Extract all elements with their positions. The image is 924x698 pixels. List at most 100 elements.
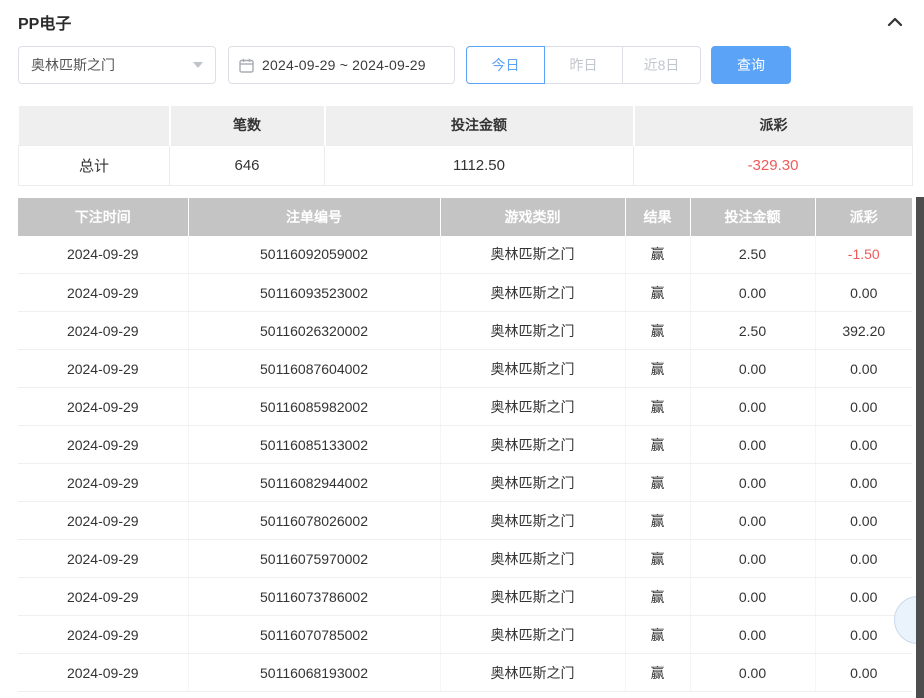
cell-result: 赢 xyxy=(625,653,691,692)
cell-order-no: 50116068193002 xyxy=(188,653,441,692)
summary-header-payout: 派彩 xyxy=(633,106,913,145)
cell-bet-time: 2024-09-29 xyxy=(18,311,189,350)
cell-game-category: 奥林匹斯之门 xyxy=(440,501,626,540)
cell-payout: -1.50 xyxy=(815,235,912,274)
cell-bet-amount: 0.00 xyxy=(690,653,816,692)
cell-payout: 0.00 xyxy=(815,349,912,388)
table-row: 2024-09-29 50116068193002 奥林匹斯之门赢 0.00 0.00 xyxy=(18,653,912,692)
summary-payout-value: -329.30 xyxy=(633,144,913,186)
cell-bet-time: 2024-09-29 xyxy=(18,615,189,654)
table-row: 2024-09-29 50116092059002 奥林匹斯之门赢 2.50 -1.50 xyxy=(18,235,912,274)
table-row: 2024-09-29 50116093523002 奥林匹斯之门赢 0.00 0.00 xyxy=(18,273,912,312)
cell-bet-amount: 0.00 xyxy=(690,615,816,654)
cell-order-no: 50116092059002 xyxy=(188,235,441,274)
col-header-bet-amount: 投注金额 xyxy=(690,197,816,236)
cell-result: 赢 xyxy=(625,311,691,350)
cell-game-category: 奥林匹斯之门 xyxy=(440,349,626,388)
cell-game-category: 奥林匹斯之门 xyxy=(440,235,626,274)
cell-bet-amount: 0.00 xyxy=(690,387,816,426)
chevron-down-icon xyxy=(193,62,203,68)
calendar-icon xyxy=(239,58,254,73)
collapse-button[interactable] xyxy=(886,15,904,29)
table-row: 2024-09-29 50116070785002 奥林匹斯之门赢 0.00 0.00 xyxy=(18,615,912,654)
bet-records-table: 下注时间 注单编号 游戏类别 结果 投注金额 派彩 2024-09-29 5011… xyxy=(18,197,912,692)
cell-bet-time: 2024-09-29 xyxy=(18,273,189,312)
table-row: 2024-09-29 50116085982002 奥林匹斯之门赢 0.00 0.00 xyxy=(18,387,912,426)
cell-bet-time: 2024-09-29 xyxy=(18,539,189,578)
cell-order-no: 50116075970002 xyxy=(188,539,441,578)
filter-bar: 奥林匹斯之门 2024-09-29 ~ 2024-09-29 今日 昨日 近8日… xyxy=(0,46,924,84)
cell-bet-amount: 0.00 xyxy=(690,539,816,578)
cell-result: 赢 xyxy=(625,577,691,616)
cell-bet-amount: 0.00 xyxy=(690,425,816,464)
cell-game-category: 奥林匹斯之门 xyxy=(440,425,626,464)
cell-bet-amount: 2.50 xyxy=(690,311,816,350)
cell-order-no: 50116026320002 xyxy=(188,311,441,350)
search-button[interactable]: 查询 xyxy=(711,46,791,84)
game-select-value: 奥林匹斯之门 xyxy=(31,57,115,73)
col-header-order-no: 注单编号 xyxy=(188,197,441,236)
cell-game-category: 奥林匹斯之门 xyxy=(440,311,626,350)
table-header-row: 下注时间 注单编号 游戏类别 结果 投注金额 派彩 xyxy=(18,197,912,236)
cell-bet-amount: 0.00 xyxy=(690,501,816,540)
page-title: PP电子 xyxy=(18,16,72,33)
date-range-value: 2024-09-29 ~ 2024-09-29 xyxy=(262,57,426,73)
cell-payout: 0.00 xyxy=(815,539,912,578)
quick-button-last8days[interactable]: 近8日 xyxy=(622,46,701,84)
cell-order-no: 50116073786002 xyxy=(188,577,441,616)
game-select[interactable]: 奥林匹斯之门 xyxy=(18,46,216,84)
chevron-up-icon xyxy=(887,17,903,27)
cell-result: 赢 xyxy=(625,501,691,540)
cell-bet-time: 2024-09-29 xyxy=(18,349,189,388)
summary-header-row: 笔数 投注金额 派彩 xyxy=(18,106,913,145)
quick-button-yesterday[interactable]: 昨日 xyxy=(544,46,623,84)
cell-payout: 0.00 xyxy=(815,273,912,312)
cell-payout: 392.20 xyxy=(815,311,912,350)
date-range-picker[interactable]: 2024-09-29 ~ 2024-09-29 xyxy=(228,46,455,84)
cell-bet-amount: 2.50 xyxy=(690,235,816,274)
cell-bet-amount: 0.00 xyxy=(690,577,816,616)
summary-header-blank xyxy=(18,106,171,145)
cell-result: 赢 xyxy=(625,387,691,426)
col-header-bet-time: 下注时间 xyxy=(18,197,189,236)
table-row: 2024-09-29 50116075970002 奥林匹斯之门赢 0.00 0.00 xyxy=(18,539,912,578)
cell-bet-time: 2024-09-29 xyxy=(18,425,189,464)
cell-bet-time: 2024-09-29 xyxy=(18,653,189,692)
summary-bet-amount-value: 1112.50 xyxy=(324,144,634,186)
summary-total-row: 总计 646 1112.50 -329.30 xyxy=(18,144,913,186)
cell-payout: 0.00 xyxy=(815,387,912,426)
scrollbar[interactable] xyxy=(916,197,924,698)
cell-order-no: 50116087604002 xyxy=(188,349,441,388)
cell-bet-time: 2024-09-29 xyxy=(18,387,189,426)
cell-order-no: 50116082944002 xyxy=(188,463,441,502)
table-row: 2024-09-29 50116078026002 奥林匹斯之门赢 0.00 0.00 xyxy=(18,501,912,540)
cell-bet-time: 2024-09-29 xyxy=(18,501,189,540)
quick-filter-group: 今日 昨日 近8日 xyxy=(466,46,701,84)
cell-game-category: 奥林匹斯之门 xyxy=(440,577,626,616)
cell-result: 赢 xyxy=(625,349,691,388)
cell-payout: 0.00 xyxy=(815,463,912,502)
summary-table: 笔数 投注金额 派彩 总计 646 1112.50 -329.30 xyxy=(18,106,913,186)
cell-result: 赢 xyxy=(625,273,691,312)
cell-order-no: 50116085133002 xyxy=(188,425,441,464)
panel-header: PP电子 xyxy=(0,0,924,46)
cell-result: 赢 xyxy=(625,615,691,654)
bet-table-body: 2024-09-29 50116092059002 奥林匹斯之门赢 2.50 -1.50… xyxy=(18,235,912,692)
cell-payout: 0.00 xyxy=(815,425,912,464)
cell-payout: 0.00 xyxy=(815,653,912,692)
cell-game-category: 奥林匹斯之门 xyxy=(440,653,626,692)
summary-header-count: 笔数 xyxy=(169,106,326,145)
cell-game-category: 奥林匹斯之门 xyxy=(440,273,626,312)
table-row: 2024-09-29 50116026320002 奥林匹斯之门赢 2.50 392.2… xyxy=(18,311,912,350)
col-header-result: 结果 xyxy=(625,197,691,236)
table-row: 2024-09-29 50116087604002 奥林匹斯之门赢 0.00 0.00 xyxy=(18,349,912,388)
cell-bet-time: 2024-09-29 xyxy=(18,463,189,502)
cell-bet-amount: 0.00 xyxy=(690,463,816,502)
table-row: 2024-09-29 50116082944002 奥林匹斯之门赢 0.00 0.00 xyxy=(18,463,912,502)
summary-count-value: 646 xyxy=(169,144,325,186)
summary-total-label: 总计 xyxy=(18,144,170,186)
cell-game-category: 奥林匹斯之门 xyxy=(440,539,626,578)
cell-game-category: 奥林匹斯之门 xyxy=(440,387,626,426)
cell-result: 赢 xyxy=(625,235,691,274)
quick-button-today[interactable]: 今日 xyxy=(466,46,545,84)
